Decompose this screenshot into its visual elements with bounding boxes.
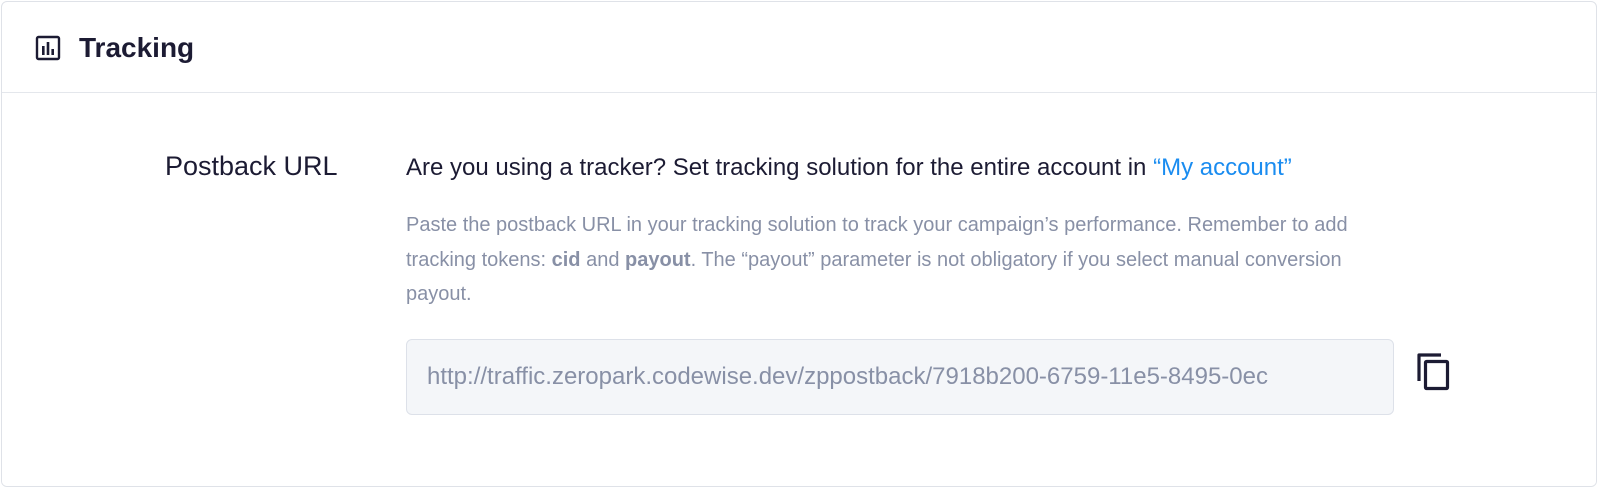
bar-chart-icon (35, 35, 61, 61)
tracker-question-text: Are you using a tracker? Set tracking so… (406, 154, 1154, 181)
copy-icon (1417, 353, 1450, 391)
copy-url-button[interactable] (1415, 351, 1459, 399)
my-account-link[interactable]: “My account” (1153, 154, 1292, 181)
tracker-question: Are you using a tracker? Set tracking so… (406, 153, 1292, 183)
token-payout: payout (625, 248, 691, 271)
token-cid: cid (551, 248, 581, 271)
card-header: Tracking (2, 2, 1596, 93)
postback-url-field (406, 339, 1394, 415)
postback-help-text: Paste the postback URL in your tracking … (406, 208, 1366, 312)
tracking-card: Tracking Postback URL Are you using a tr… (1, 1, 1597, 487)
postback-url-input[interactable] (427, 340, 1373, 413)
postback-url-label: Postback URL (165, 151, 338, 181)
card-title: Tracking (79, 32, 195, 63)
card-body: Postback URL Are you using a tracker? Se… (2, 93, 1596, 486)
help-text-and: and (580, 248, 626, 271)
